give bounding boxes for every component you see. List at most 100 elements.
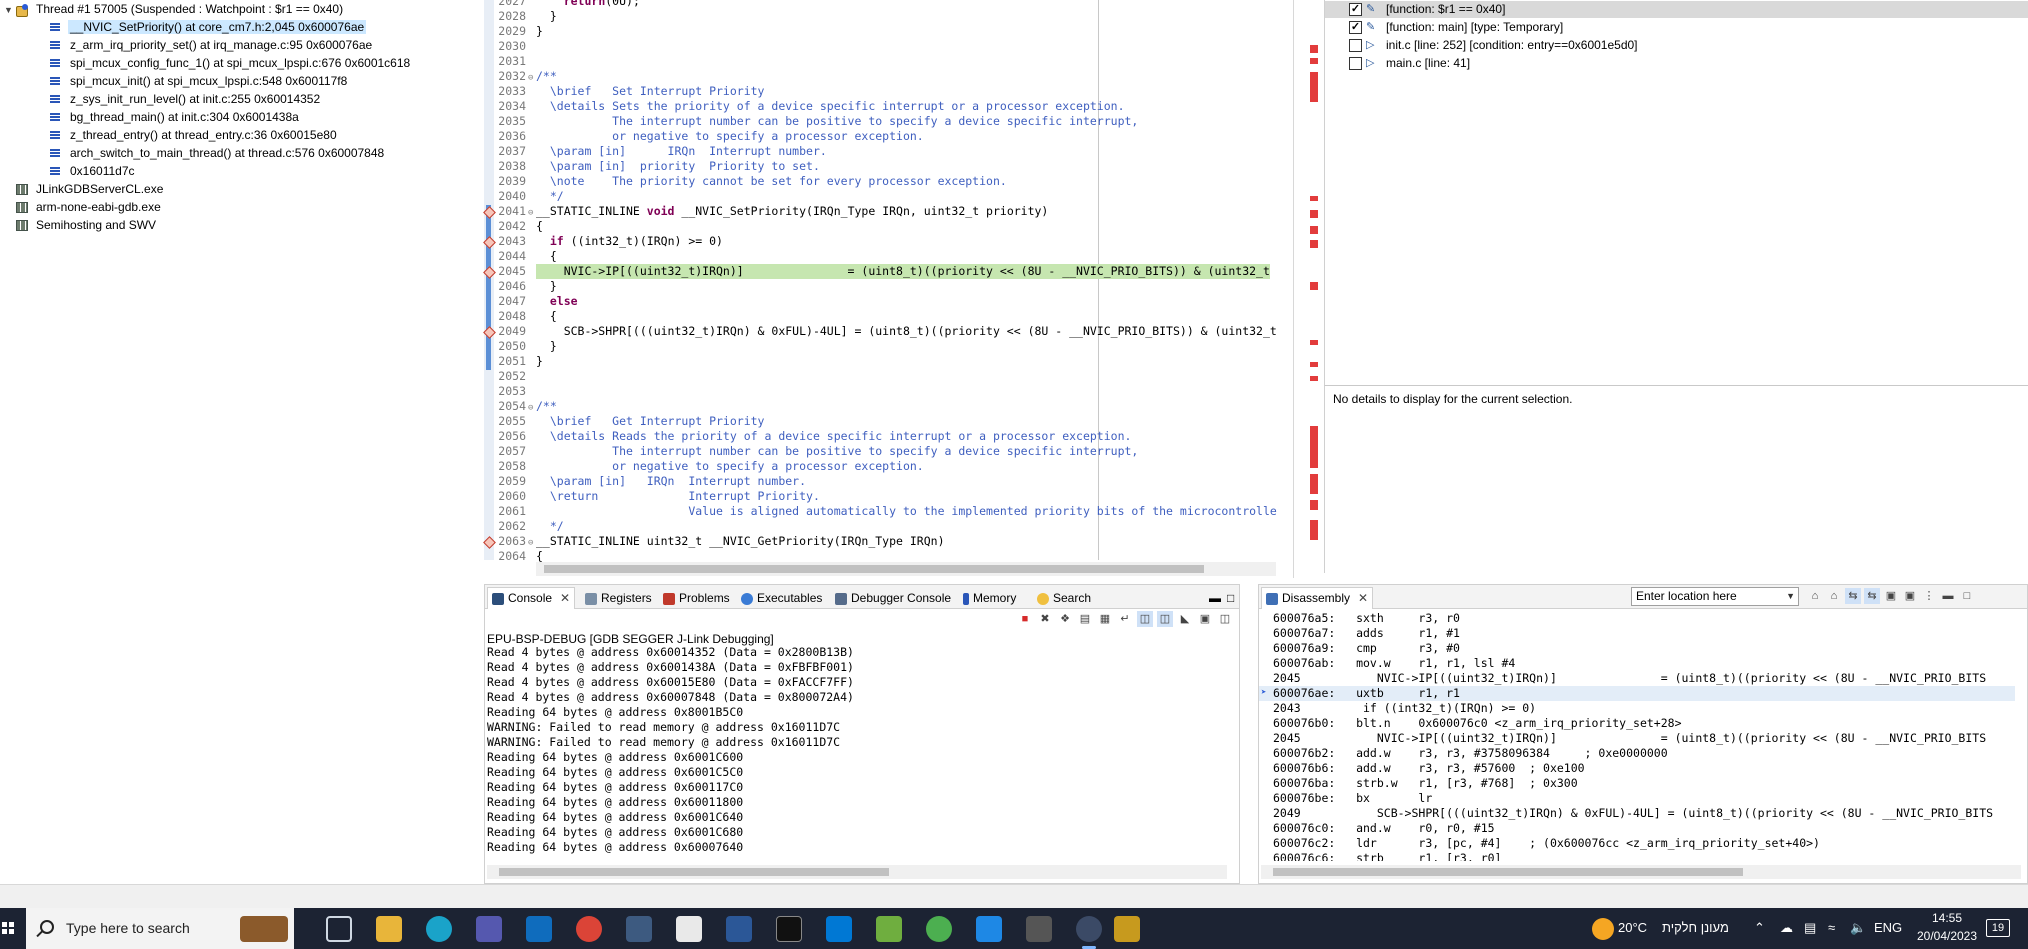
code-line[interactable]: 2059 \param [in] IRQn Interrupt number. <box>494 474 806 489</box>
tab-memory[interactable]: Memory <box>959 589 1020 607</box>
expand-icon[interactable]: ▼ <box>4 2 16 19</box>
display-console-button[interactable]: ▣ <box>1197 611 1213 627</box>
code-line[interactable]: 2037 \param [in] IRQn Interrupt number. <box>494 144 827 159</box>
stack-frame[interactable]: bg_thread_main() at init.c:304 0x6001438… <box>50 109 301 126</box>
show-on-error-button[interactable]: ◫ <box>1157 611 1173 627</box>
disassembly-line[interactable]: 600076b2: add.w r3, r3, #3758096384 ; 0x… <box>1259 746 2015 761</box>
outlook-icon[interactable] <box>526 916 552 942</box>
console-app-icon[interactable] <box>1026 916 1052 942</box>
process-node[interactable]: arm-none-eabi-gdb.exe <box>16 199 163 216</box>
breakpoint-item[interactable]: ✎ [function: $r1 == 0x40] <box>1325 1 2028 18</box>
thread-node[interactable]: ▼ Thread #1 57005 (Suspended : Watchpoint… <box>4 1 345 18</box>
code-line[interactable]: 2041 ⊖ __STATIC_INLINE void __NVIC_SetPrio… <box>494 204 1048 219</box>
ide-app-icon[interactable] <box>976 916 1002 942</box>
code-line[interactable]: 2027 return(0U); <box>494 0 640 9</box>
remove-all-button[interactable]: ❖ <box>1057 611 1073 627</box>
breakpoint-item[interactable]: ▷ main.c [line: 41] <box>1349 55 1470 72</box>
editor-left-ruler[interactable] <box>484 0 494 560</box>
tab-debugger-console[interactable]: Debugger Console <box>831 589 955 607</box>
tab-problems[interactable]: Problems <box>659 589 734 607</box>
console-output[interactable]: Read 4 bytes @ address 0x60014352 (Data … <box>487 645 1227 855</box>
breakpoint-marker-icon[interactable] <box>484 537 494 547</box>
disassembly-line[interactable]: 600076b6: add.w r3, r3, #57600 ; 0xe100 <box>1259 761 2015 776</box>
code-line[interactable]: 2046 } <box>494 279 556 294</box>
editor-horizontal-scrollbar[interactable] <box>536 562 1276 576</box>
process-node[interactable]: Semihosting and SWV <box>16 217 158 234</box>
tab-disassembly[interactable]: Disassembly ✕ <box>1261 587 1374 609</box>
home-icon[interactable]: ⌂ <box>1807 588 1823 604</box>
eclipse-icon[interactable] <box>1076 916 1102 949</box>
scrollbar-thumb[interactable] <box>1273 868 1743 876</box>
code-line[interactable]: 2053 <box>494 384 536 399</box>
minimize-button[interactable]: ▬ <box>1940 588 1956 604</box>
wifi-icon[interactable]: ≈ <box>1828 920 1835 935</box>
open-console-button[interactable]: ◫ <box>1217 611 1233 627</box>
overview-marker[interactable] <box>1310 340 1318 345</box>
code-line[interactable]: 2047 else <box>494 294 577 309</box>
code-line[interactable]: 2051} <box>494 354 543 369</box>
stack-frame[interactable]: z_arm_irq_priority_set() at irq_manage.c… <box>50 37 374 54</box>
location-input[interactable]: Enter location here ▼ <box>1631 587 1799 606</box>
disassembly-line[interactable]: 2045 NVIC->IP[((uint32_t)IRQn)] = (uint8… <box>1259 731 2015 746</box>
task-view-icon[interactable] <box>326 916 352 942</box>
tab-console[interactable]: Console ✕ <box>487 587 576 609</box>
weather-icon[interactable] <box>1592 918 1614 940</box>
console-horizontal-scrollbar[interactable] <box>487 865 1227 879</box>
file-explorer-icon[interactable] <box>376 916 402 942</box>
code-line[interactable]: 2045 NVIC->IP[((uint32_t)IRQn)] = (uint8… <box>494 264 1270 279</box>
show-on-output-button[interactable]: ◫ <box>1137 611 1153 627</box>
disassembly-line[interactable]: 600076a5: sxth r3, r0 <box>1259 611 2015 626</box>
disassembly-line[interactable]: 2045 NVIC->IP[((uint32_t)IRQn)] = (uint8… <box>1259 671 2015 686</box>
menu-icon[interactable]: ⋮ <box>1921 588 1937 604</box>
pdf-icon[interactable] <box>676 916 702 942</box>
code-line[interactable]: 2055 \brief Get Interrupt Priority <box>494 414 764 429</box>
overview-marker[interactable] <box>1310 520 1318 540</box>
pin-console-button[interactable]: ◣ <box>1177 611 1193 627</box>
link-editor-icon[interactable]: ⇆ <box>1845 588 1861 604</box>
code-line[interactable]: 2028 } <box>494 9 556 24</box>
stack-frame[interactable]: 0x16011d7c <box>50 163 137 180</box>
clear-console-button[interactable]: ▤ <box>1077 611 1093 627</box>
start-button[interactable] <box>0 908 22 949</box>
edge-icon[interactable] <box>426 916 452 942</box>
stack-frame[interactable]: arch_switch_to_main_thread() at thread.c… <box>50 145 386 162</box>
code-line[interactable]: 2062 */ <box>494 519 563 534</box>
breakpoint-item[interactable]: ▷ init.c [line: 252] [condition: entry==0… <box>1349 37 1638 54</box>
weather-temp[interactable]: 20°C <box>1618 920 1647 935</box>
show-source-icon[interactable]: ⇆ <box>1864 588 1880 604</box>
code-line[interactable]: 2034 \details Sets the priority of a dev… <box>494 99 1124 114</box>
overview-marker[interactable] <box>1310 474 1318 494</box>
stack-frame[interactable]: z_sys_init_run_level() at init.c:255 0x6… <box>50 91 322 108</box>
code-line[interactable]: 2036 or negative to specify a processor … <box>494 129 923 144</box>
code-line[interactable]: 2033 \brief Set Interrupt Priority <box>494 84 764 99</box>
word-icon[interactable] <box>726 916 752 942</box>
editor-app-icon[interactable] <box>876 916 902 942</box>
minimize-button[interactable]: ▬ <box>1205 589 1225 607</box>
code-line[interactable]: 2032 ⊖/** <box>494 69 556 84</box>
clock-time[interactable]: 14:55 <box>1914 911 1980 925</box>
code-line[interactable]: 2043 if ((int32_t)(IRQn) >= 0) <box>494 234 723 249</box>
terminate-button[interactable]: ■ <box>1017 611 1033 627</box>
overview-marker[interactable] <box>1310 210 1318 218</box>
code-line[interactable]: 2054 ⊖/** <box>494 399 556 414</box>
overview-ruler[interactable] <box>1294 0 1324 560</box>
overview-marker[interactable] <box>1310 282 1318 290</box>
code-line[interactable]: 2060 \return Interrupt Priority. <box>494 489 820 504</box>
scroll-lock-button[interactable]: ▦ <box>1097 611 1113 627</box>
scrollbar-thumb[interactable] <box>499 868 889 876</box>
code-line[interactable]: 2056 \details Reads the priority of a de… <box>494 429 1131 444</box>
breakpoint-checkbox[interactable] <box>1349 21 1362 35</box>
overview-marker[interactable] <box>1310 426 1318 468</box>
disassembly-line[interactable]: 600076c0: and.w r0, r0, #15 <box>1259 821 2015 836</box>
code-line[interactable]: 2031 <box>494 54 536 69</box>
goto-pc-icon[interactable]: ⌂ <box>1826 588 1842 604</box>
code-line[interactable]: 2040 */ <box>494 189 563 204</box>
chevron-down-icon[interactable]: ▼ <box>1786 588 1795 605</box>
code-line[interactable]: 2057 The interrupt number can be positiv… <box>494 444 1138 459</box>
breakpoint-checkbox[interactable] <box>1349 3 1362 17</box>
remove-launch-button[interactable]: ✖ <box>1037 611 1053 627</box>
code-line[interactable]: 2044 { <box>494 249 556 264</box>
code-line[interactable]: 2050 } <box>494 339 556 354</box>
breakpoint-checkbox[interactable] <box>1349 57 1362 71</box>
code-line[interactable]: 2063 ⊖ __STATIC_INLINE uint32_t __NVIC_Get… <box>494 534 944 549</box>
